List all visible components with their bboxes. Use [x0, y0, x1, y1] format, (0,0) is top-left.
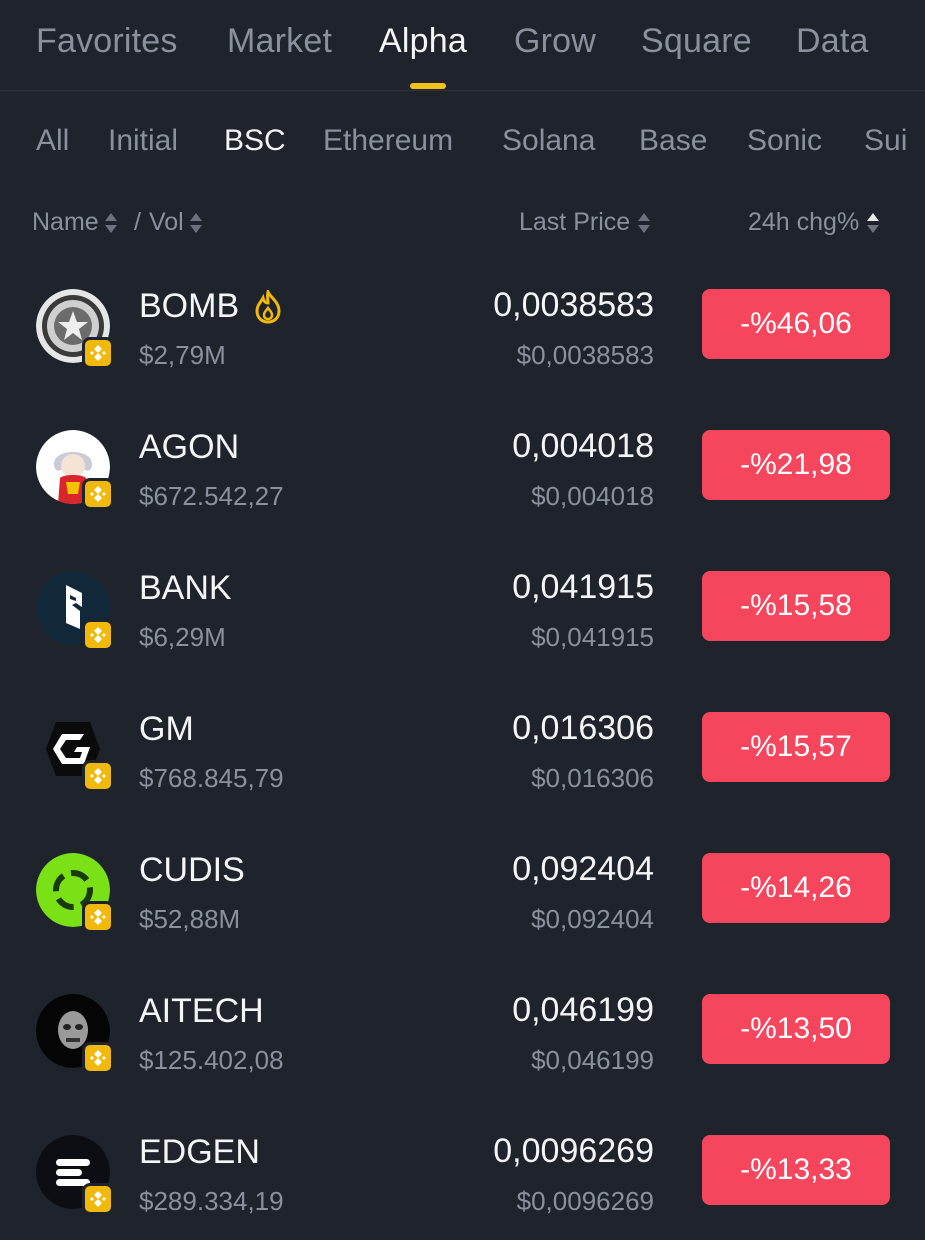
sort-last-price[interactable]: Last Price [519, 208, 651, 237]
token-row-gm[interactable]: GM $768.845,79 0,016306 $0,016306 -%15,5… [0, 676, 925, 817]
token-symbol: EDGEN [139, 1133, 260, 1172]
tab-square[interactable]: Square [641, 22, 752, 61]
token-symbol: AGON [139, 428, 239, 467]
token-price: 0,004018 [512, 427, 654, 465]
token-symbol: CUDIS [139, 851, 245, 890]
token-price-usd: $0,0038583 [516, 340, 654, 370]
sort-icon [867, 212, 880, 234]
fire-icon [255, 289, 281, 324]
token-logo [36, 853, 114, 933]
tab-market[interactable]: Market [227, 22, 332, 61]
tab-grow[interactable]: Grow [514, 22, 596, 61]
bnb-chain-icon [82, 901, 114, 933]
token-logo [36, 1135, 114, 1215]
filter-ethereum[interactable]: Ethereum [323, 124, 453, 158]
filter-sonic[interactable]: Sonic [747, 124, 822, 158]
token-symbol-label: CUDIS [139, 851, 245, 889]
token-price: 0,041915 [512, 568, 654, 606]
token-volume: $768.845,79 [139, 763, 284, 793]
sort-icon [189, 212, 202, 234]
tab-data[interactable]: Data [796, 22, 869, 61]
token-logo [36, 994, 114, 1074]
token-price-usd: $0,004018 [531, 481, 654, 511]
token-symbol-label: GM [139, 710, 194, 748]
token-price: 0,016306 [512, 709, 654, 747]
token-price: 0,092404 [512, 850, 654, 888]
change-badge[interactable]: -%13,50 [702, 994, 890, 1064]
sort-vol[interactable]: / Vol [134, 208, 202, 237]
tab-favorites[interactable]: Favorites [36, 22, 178, 61]
token-price: 0,046199 [512, 991, 654, 1029]
token-logo [36, 430, 114, 510]
token-symbol: GM [139, 710, 194, 749]
change-badge[interactable]: -%46,06 [702, 289, 890, 359]
token-volume: $289.334,19 [139, 1186, 284, 1216]
token-price-usd: $0,046199 [531, 1045, 654, 1075]
token-row-cudis[interactable]: CUDIS $52,88M 0,092404 $0,092404 -%14,26 [0, 817, 925, 958]
token-price-usd: $0,092404 [531, 904, 654, 934]
filter-solana[interactable]: Solana [502, 124, 595, 158]
change-badge[interactable]: -%15,58 [702, 571, 890, 641]
token-symbol-label: AITECH [139, 992, 264, 1030]
filter-initial[interactable]: Initial [108, 124, 178, 158]
top-nav: Favorites Market Alpha Grow Square Data [0, 0, 925, 91]
sort-icon [104, 212, 117, 234]
token-price: 0,0038583 [493, 286, 654, 324]
filter-base[interactable]: Base [639, 124, 707, 158]
token-price-usd: $0,0096269 [516, 1186, 654, 1216]
filter-all[interactable]: All [36, 124, 69, 158]
header-price-label: Last Price [519, 208, 631, 236]
bnb-chain-icon [82, 760, 114, 792]
token-volume: $125.402,08 [139, 1045, 284, 1075]
bnb-chain-icon [82, 1183, 114, 1215]
change-badge[interactable]: -%21,98 [702, 430, 890, 500]
token-symbol-label: BANK [139, 569, 232, 607]
token-row-bank[interactable]: BANK $6,29M 0,041915 $0,041915 -%15,58 [0, 535, 925, 676]
token-volume: $6,29M [139, 622, 226, 652]
header-change-label: 24h chg% [748, 208, 860, 236]
token-price: 0,0096269 [493, 1132, 654, 1170]
bnb-chain-icon [82, 619, 114, 651]
token-symbol: AITECH [139, 992, 264, 1031]
token-volume: $2,79M [139, 340, 226, 370]
filter-sui[interactable]: Sui [864, 124, 907, 158]
token-symbol-label: EDGEN [139, 1133, 260, 1171]
sort-change[interactable]: 24h chg% [748, 208, 880, 237]
bnb-chain-icon [82, 1042, 114, 1074]
token-symbol: BANK [139, 569, 232, 608]
token-price-usd: $0,016306 [531, 763, 654, 793]
token-symbol-label: AGON [139, 428, 240, 466]
token-symbol-label: BOMB [139, 287, 240, 325]
change-badge[interactable]: -%14,26 [702, 853, 890, 923]
token-volume: $672.542,27 [139, 481, 284, 511]
header-vol-label: Vol [148, 208, 184, 236]
token-volume: $52,88M [139, 904, 241, 934]
token-logo [36, 571, 114, 651]
header-name-label: Name [32, 208, 99, 236]
token-price-usd: $0,041915 [531, 622, 654, 652]
token-row-agon[interactable]: AGON $672.542,27 0,004018 $0,004018 -%21… [0, 394, 925, 535]
filter-bsc[interactable]: BSC [224, 124, 286, 158]
token-logo [36, 712, 114, 792]
change-badge[interactable]: -%15,57 [702, 712, 890, 782]
token-row-aitech[interactable]: AITECH $125.402,08 0,046199 $0,046199 -%… [0, 958, 925, 1099]
sort-name[interactable]: Name [32, 208, 117, 237]
token-row-bomb[interactable]: BOMB $2,79M 0,0038583 $0,0038583 -%46,06 [0, 253, 925, 394]
token-logo [36, 289, 114, 369]
active-tab-indicator [410, 83, 446, 89]
sort-icon [638, 212, 651, 234]
bnb-chain-icon [82, 337, 114, 369]
change-badge[interactable]: -%13,33 [702, 1135, 890, 1205]
token-row-edgen[interactable]: EDGEN $289.334,19 0,0096269 $0,0096269 -… [0, 1099, 925, 1240]
token-symbol: BOMB [139, 287, 283, 326]
tab-alpha[interactable]: Alpha [379, 22, 467, 61]
bnb-chain-icon [82, 478, 114, 510]
header-separator: / [134, 208, 141, 236]
